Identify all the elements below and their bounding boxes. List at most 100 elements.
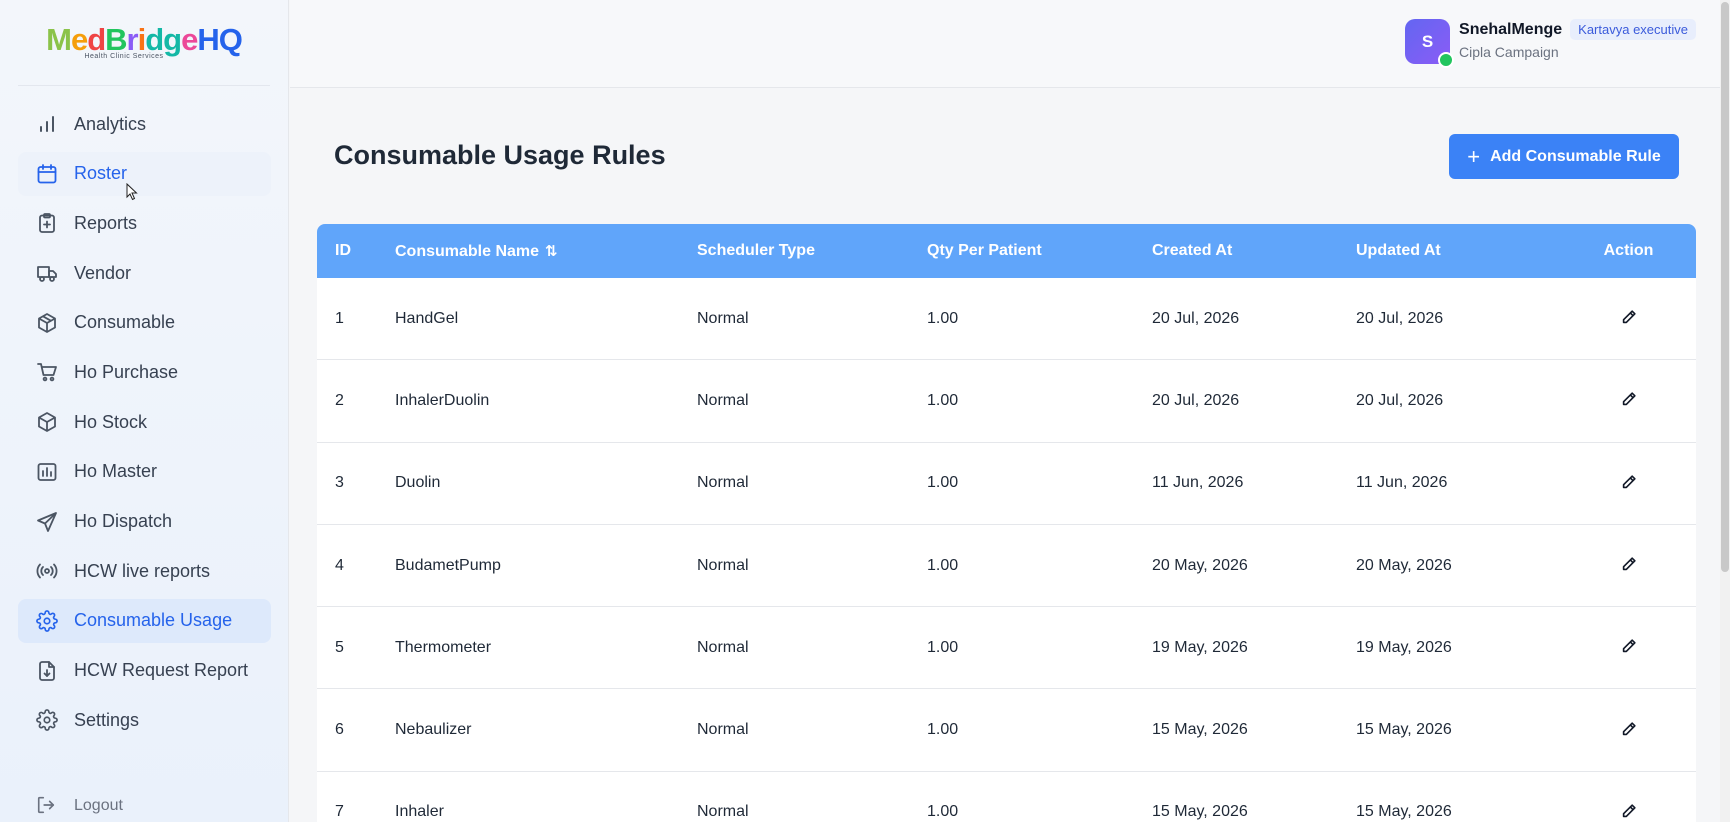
column-header-label: Consumable Name — [395, 242, 540, 260]
cell-updated: 15 May, 2026 — [1356, 803, 1452, 821]
add-consumable-rule-button[interactable]: + Add Consumable Rule — [1449, 134, 1679, 179]
sidebar-item-label: HCW Request Report — [74, 660, 249, 681]
sidebar-nav: Analytics Roster Reports Vendor Consumab… — [18, 102, 271, 748]
cell-action — [1561, 800, 1696, 822]
sidebar-item-roster[interactable]: Roster — [18, 151, 271, 196]
edit-icon[interactable] — [1618, 388, 1640, 410]
cell-updated: 20 May, 2026 — [1356, 556, 1452, 574]
edit-icon[interactable] — [1618, 553, 1640, 575]
sidebar-item-label: Consumable Usage — [74, 610, 233, 631]
cell-name: BudametPump — [395, 556, 501, 574]
edit-icon[interactable] — [1618, 306, 1640, 328]
sidebar-item-label: Ho Stock — [74, 411, 148, 432]
table-row: 4 BudametPump Normal 1.00 20 May, 2026 2… — [317, 524, 1696, 608]
logo-wordmark: MedBridgeHQ — [46, 22, 243, 57]
cell-updated: 20 Jul, 2026 — [1356, 391, 1444, 409]
box-icon — [36, 411, 58, 433]
sidebar-item-hcw-live-reports[interactable]: HCW live reports — [18, 549, 271, 593]
gear-icon — [36, 609, 58, 632]
gear-icon — [36, 709, 58, 732]
cell-name: Thermometer — [395, 638, 492, 656]
page-scrollbar[interactable] — [1720, 0, 1730, 822]
add-button-label: Add Consumable Rule — [1490, 147, 1661, 165]
cell-updated: 11 Jun, 2026 — [1356, 474, 1448, 492]
logo-tagline: Health Clinic Services — [84, 53, 164, 60]
sidebar-item-label: Ho Master — [74, 461, 158, 482]
sidebar-item-ho-stock[interactable]: Ho Stock — [18, 400, 271, 444]
calendar-icon — [36, 163, 58, 185]
cell-id: 5 — [335, 638, 344, 656]
column-header-created-at: Created At — [1152, 242, 1233, 259]
cell-qty: 1.00 — [927, 556, 959, 574]
cell-qty: 1.00 — [927, 309, 959, 327]
edit-icon[interactable] — [1618, 635, 1640, 657]
table-row: 7 Inhaler Normal 1.00 15 May, 2026 15 Ma… — [317, 771, 1696, 822]
sidebar-item-label: HCW live reports — [74, 560, 211, 581]
avatar[interactable]: S — [1405, 19, 1455, 68]
edit-icon[interactable] — [1618, 471, 1640, 493]
table-row: 2 InhalerDuolin Normal 1.00 20 Jul, 2026… — [317, 360, 1696, 443]
sidebar-item-analytics[interactable]: Analytics — [18, 102, 271, 146]
cell-updated: 20 Jul, 2026 — [1356, 309, 1444, 327]
sidebar-item-settings[interactable]: Settings — [18, 698, 271, 742]
sidebar-item-label: Reports — [74, 212, 138, 233]
cell-qty: 1.00 — [927, 803, 959, 821]
mouse-cursor-icon — [126, 183, 138, 201]
column-header-qty: Qty Per Patient — [927, 242, 1042, 259]
user-profile[interactable]: S SnehalMenge Kartavya executive Cipla C… — [1405, 19, 1696, 68]
scrollbar-thumb[interactable] — [1721, 2, 1729, 572]
logout-label: Logout — [74, 797, 123, 814]
cell-updated: 19 May, 2026 — [1356, 638, 1452, 656]
cell-action — [1561, 635, 1696, 660]
logout-icon — [36, 795, 58, 817]
sidebar-item-label: Vendor — [74, 262, 132, 283]
cell-created: 15 May, 2026 — [1152, 721, 1248, 739]
cell-created: 11 Jun, 2026 — [1152, 474, 1244, 492]
table-row: 3 Duolin Normal 1.00 11 Jun, 2026 11 Jun… — [317, 442, 1696, 525]
edit-icon[interactable] — [1618, 718, 1640, 740]
sidebar-item-ho-purchase[interactable]: Ho Purchase — [18, 350, 271, 394]
sidebar-item-ho-dispatch[interactable]: Ho Dispatch — [18, 500, 271, 544]
sidebar-item-label: Consumable — [74, 312, 176, 333]
sidebar-item-reports[interactable]: Reports — [18, 201, 271, 245]
cell-action — [1561, 306, 1696, 331]
cell-name: InhalerDuolin — [395, 391, 490, 409]
cell-id: 3 — [335, 474, 344, 492]
cell-type: Normal — [697, 721, 749, 739]
sidebar-item-ho-master[interactable]: Ho Master — [18, 450, 271, 494]
column-header-consumable-name[interactable]: Consumable Name ⇅ — [395, 242, 697, 261]
sort-icon[interactable]: ⇅ — [545, 243, 558, 260]
cell-id: 6 — [335, 721, 344, 739]
cell-id: 4 — [335, 556, 344, 574]
cell-id: 2 — [335, 391, 344, 409]
folder-chart-icon — [36, 461, 58, 483]
sidebar-item-hcw-request-report[interactable]: HCW Request Report — [18, 649, 271, 693]
cell-action — [1561, 718, 1696, 743]
file-download-icon — [36, 660, 58, 682]
cell-created: 20 Jul, 2026 — [1152, 309, 1240, 327]
cell-created: 15 May, 2026 — [1152, 803, 1248, 821]
package-icon — [36, 312, 58, 334]
cell-name: Inhaler — [395, 803, 444, 821]
consumable-rules-table: ID Consumable Name ⇅ Scheduler Type Qty P… — [317, 224, 1696, 822]
sidebar-item-consumable-usage[interactable]: Consumable Usage — [18, 598, 271, 643]
sidebar-item-label: Analytics — [74, 113, 147, 134]
cell-name: HandGel — [395, 309, 459, 327]
user-info: SnehalMenge Kartavya executive Cipla Cam… — [1459, 19, 1696, 60]
sidebar-item-label: Ho Dispatch — [74, 511, 173, 531]
brand-logo[interactable]: MedBridgeHQ Health Clinic Services — [18, 0, 270, 86]
table-row: 6 Nebaulizer Normal 1.00 15 May, 2026 15… — [317, 689, 1696, 772]
cell-action — [1561, 553, 1696, 578]
cell-id: 1 — [335, 309, 344, 327]
logout-button[interactable]: Logout — [36, 795, 123, 817]
cell-id: 7 — [335, 803, 344, 821]
sidebar-item-vendor[interactable]: Vendor — [18, 251, 271, 295]
column-header-scheduler-type: Scheduler Type — [697, 242, 815, 259]
sidebar-item-consumable[interactable]: Consumable — [18, 301, 271, 345]
cell-qty: 1.00 — [927, 721, 959, 739]
cell-type: Normal — [697, 803, 749, 821]
cell-action — [1561, 471, 1696, 496]
edit-icon[interactable] — [1618, 800, 1640, 822]
cell-type: Normal — [697, 556, 749, 574]
avatar-initial: S — [1421, 31, 1434, 51]
